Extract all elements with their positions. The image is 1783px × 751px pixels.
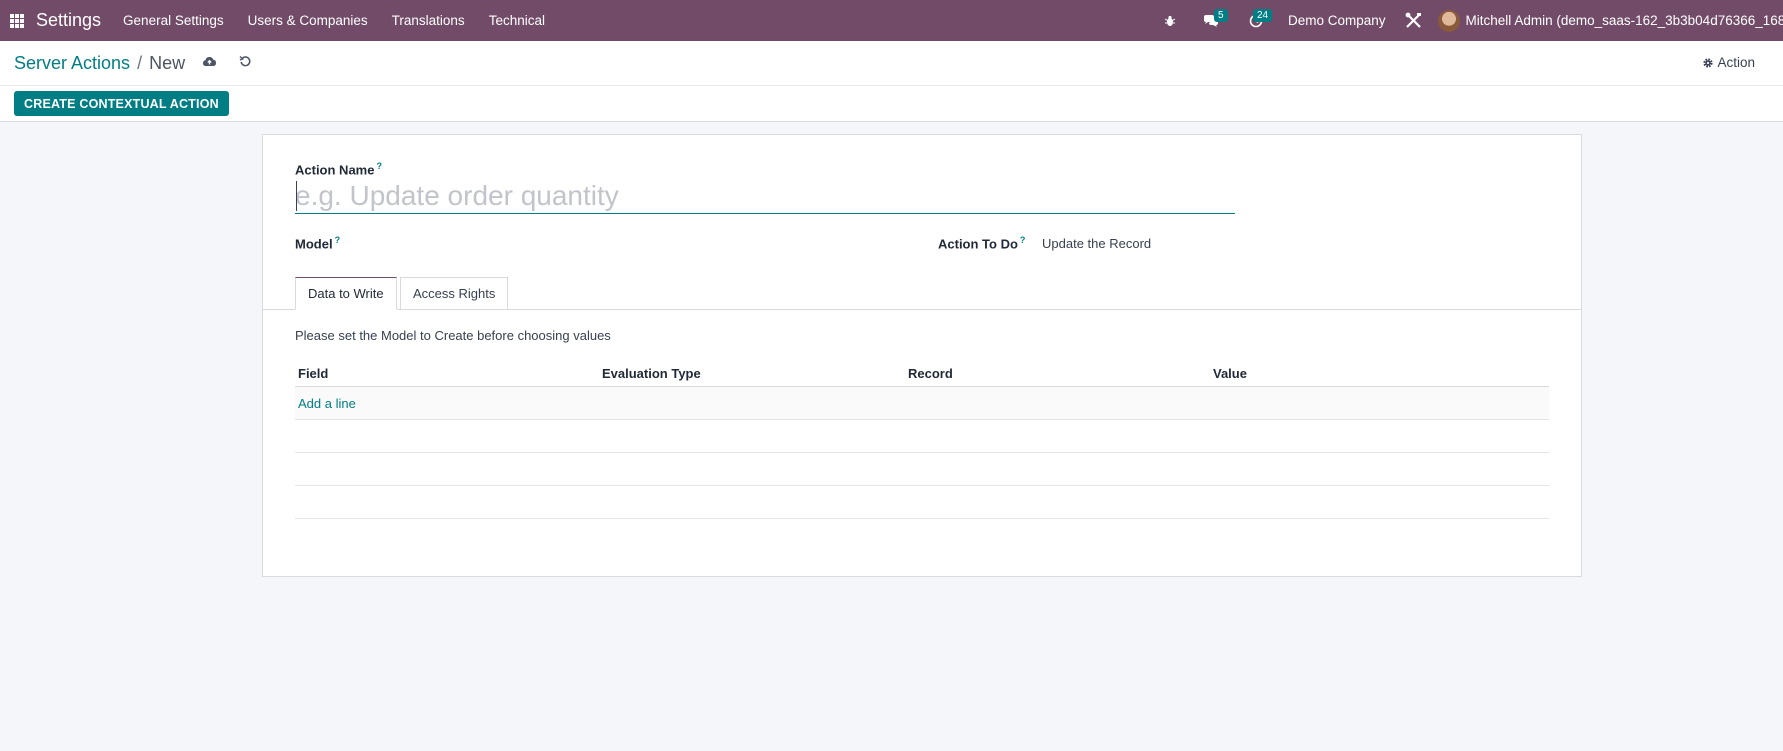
menu-translations[interactable]: Translations — [392, 13, 465, 28]
add-line-link[interactable]: Add a line — [298, 396, 356, 411]
control-panel-divider — [0, 85, 1783, 86]
table-row — [295, 420, 1549, 453]
action-to-do-help-icon[interactable]: ? — [1020, 235, 1026, 245]
action-name-help-icon[interactable]: ? — [376, 161, 382, 171]
tools-wrench-icon[interactable] — [1404, 0, 1424, 41]
table-row — [295, 453, 1549, 486]
column-evaluation-type[interactable]: Evaluation Type — [602, 366, 701, 381]
messages-chat-icon[interactable]: 5 — [1192, 0, 1230, 41]
menu-general-settings[interactable]: General Settings — [123, 13, 224, 28]
table-row: Add a line — [295, 387, 1549, 420]
save-cloud-icon[interactable] — [202, 55, 217, 71]
action-menu-label: Action — [1717, 55, 1755, 70]
action-name-label: Action Name? — [295, 161, 382, 178]
action-name-input[interactable] — [295, 178, 1235, 214]
app-brand[interactable]: Settings — [36, 10, 101, 31]
action-menu-button[interactable]: Action — [1702, 55, 1755, 70]
tab-data-to-write[interactable]: Data to Write — [295, 277, 397, 310]
model-label: Model? — [295, 235, 341, 252]
action-to-do-label: Action To Do? — [938, 235, 1026, 252]
breadcrumb-separator: / — [137, 53, 143, 73]
activities-clock-icon[interactable]: 24 — [1234, 0, 1278, 41]
navbar-systray: 5 24 Demo Company Mitchell Admin (demo_s… — [1160, 0, 1783, 41]
breadcrumb: Server Actions / New — [14, 53, 185, 74]
tabs-divider — [263, 309, 1581, 310]
breadcrumb-current: New — [149, 53, 186, 73]
breadcrumb-server-actions[interactable]: Server Actions — [14, 53, 130, 74]
top-navbar: Settings General Settings Users & Compan… — [0, 0, 1783, 41]
user-avatar[interactable] — [1437, 9, 1460, 32]
messages-count-badge: 5 — [1214, 9, 1228, 22]
action-to-do-select[interactable]: Update the Record — [1042, 236, 1151, 251]
table-row — [295, 486, 1549, 519]
values-table: Field Evaluation Type Record Value Add a… — [295, 359, 1549, 519]
gear-icon — [1703, 57, 1714, 68]
column-value[interactable]: Value — [1213, 366, 1247, 381]
apps-menu-icon[interactable] — [0, 0, 34, 41]
create-contextual-action-button[interactable]: CREATE CONTEXTUAL ACTION — [14, 91, 229, 116]
company-switcher[interactable]: Demo Company — [1288, 13, 1386, 28]
model-help-icon[interactable]: ? — [335, 235, 341, 245]
activities-count-badge: 24 — [1253, 9, 1273, 22]
model-required-notice: Please set the Model to Create before ch… — [295, 328, 611, 343]
form-sheet: Action Name? Model? Action To Do? Update… — [262, 134, 1582, 577]
menu-users-companies[interactable]: Users & Companies — [248, 13, 368, 28]
control-panel: Server Actions / New Action CREATE CONTE… — [0, 41, 1783, 122]
menu-technical[interactable]: Technical — [489, 13, 545, 28]
column-field[interactable]: Field — [298, 366, 328, 381]
discard-undo-icon[interactable] — [239, 55, 252, 71]
tab-access-rights[interactable]: Access Rights — [400, 277, 509, 309]
column-record[interactable]: Record — [908, 366, 953, 381]
user-menu[interactable]: Mitchell Admin (demo_saas-162_3b3b04d763… — [1466, 13, 1783, 28]
debug-bug-icon[interactable] — [1160, 0, 1180, 41]
text-caret — [296, 181, 297, 211]
table-header: Field Evaluation Type Record Value — [295, 359, 1549, 387]
